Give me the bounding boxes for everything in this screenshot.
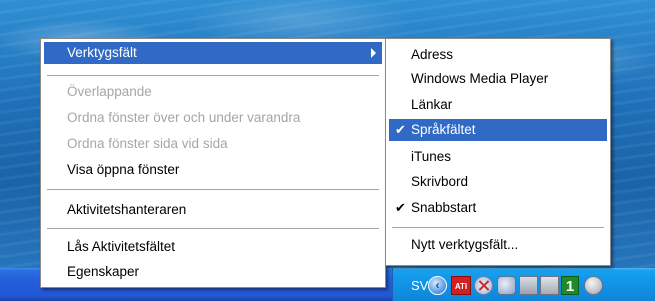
submenu-item-address[interactable]: Adress	[389, 44, 607, 66]
menu-item-show-desktop[interactable]: Visa öppna fönster	[44, 159, 382, 181]
submenu-item-links[interactable]: Länkar	[389, 94, 607, 116]
menu-item-lock-taskbar[interactable]: Lås Aktivitetsfältet	[44, 236, 382, 258]
submenu-item-label: Snabbstart	[411, 200, 477, 215]
menu-item-cascade[interactable]: Överlappande	[44, 81, 382, 103]
menu-item-label: Verktygsfält	[67, 45, 137, 60]
lock-icon[interactable]	[540, 276, 559, 295]
menu-separator	[392, 227, 604, 228]
submenu-arrow-icon	[371, 48, 376, 58]
submenu-item-itunes[interactable]: iTunes	[389, 146, 607, 168]
menu-item-task-manager[interactable]: Aktivitetshanteraren	[44, 199, 382, 221]
language-indicator[interactable]: SV	[411, 279, 428, 293]
submenu-item-quick-launch[interactable]: ✔ Snabbstart	[389, 197, 607, 219]
network-disconnected-icon[interactable]	[474, 276, 493, 295]
download-icon[interactable]	[519, 276, 538, 295]
menu-item-tile-vertically[interactable]: Ordna fönster sida vid sida	[44, 133, 382, 155]
menu-separator	[47, 189, 379, 190]
menu-item-tile-horizontally[interactable]: Ordna fönster över och under varandra	[44, 107, 382, 129]
submenu-item-windows-media-player[interactable]: Windows Media Player	[389, 68, 607, 90]
globe-icon[interactable]	[584, 276, 603, 295]
ati-icon[interactable]: ATI	[451, 276, 471, 295]
menu-item-toolbars[interactable]: Verktygsfält	[44, 42, 382, 64]
checkmark-icon: ✔	[395, 122, 406, 137]
checkmark-icon: ✔	[395, 200, 406, 215]
taskbar-context-menu: Verktygsfält Överlappande Ordna fönster …	[40, 38, 386, 288]
submenu-item-label: Språkfältet	[411, 122, 476, 137]
onenote-icon[interactable]: 1	[561, 276, 579, 295]
menu-item-properties[interactable]: Egenskaper	[44, 261, 382, 283]
toolbars-submenu: Adress Windows Media Player Länkar ✔ Spr…	[385, 38, 611, 266]
submenu-item-new-toolbar[interactable]: Nytt verktygsfält...	[389, 234, 607, 256]
menu-separator	[47, 75, 379, 76]
volume-icon[interactable]	[497, 276, 516, 295]
submenu-item-language-bar[interactable]: ✔ Språkfältet	[389, 119, 607, 141]
submenu-item-desktop[interactable]: Skrivbord	[389, 171, 607, 193]
menu-separator	[47, 228, 379, 229]
show-hidden-icons-chevron-icon[interactable]: ‹	[428, 276, 447, 295]
